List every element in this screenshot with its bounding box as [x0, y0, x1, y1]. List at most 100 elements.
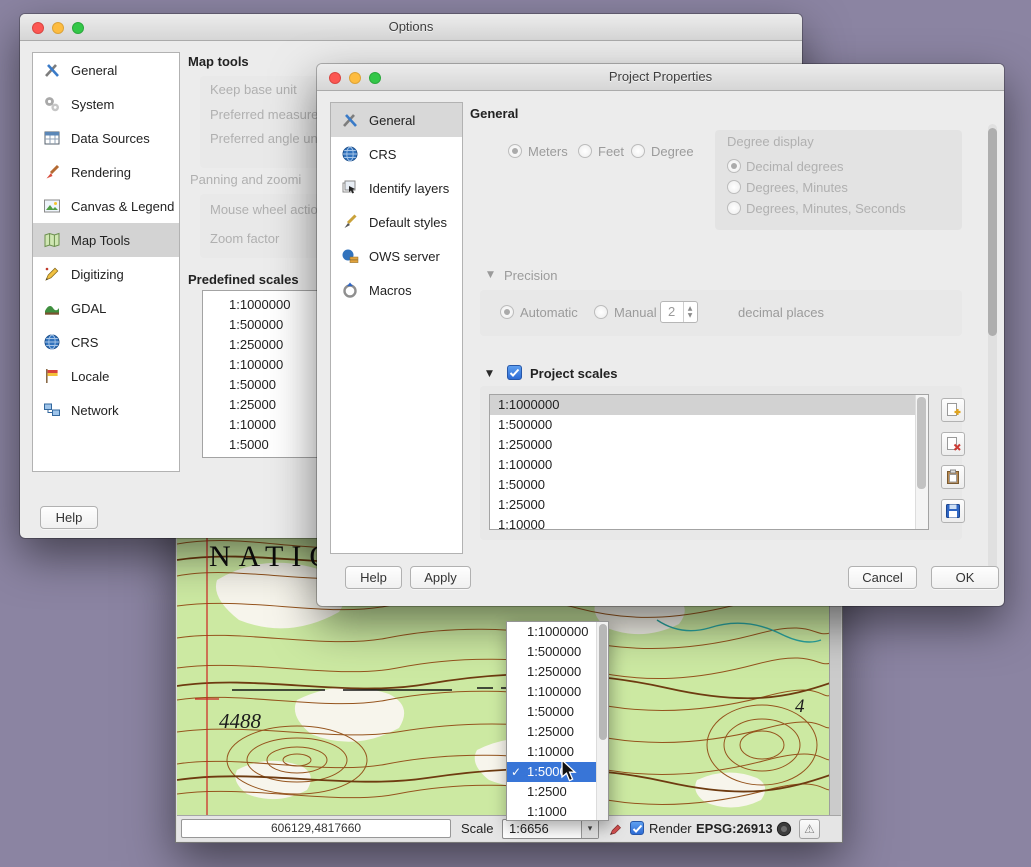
dropdown-item-selected[interactable]: ✓1:5000	[507, 762, 608, 782]
sidebar-item-data-sources[interactable]: Data Sources	[33, 121, 179, 155]
dropdown-item[interactable]: 1:100000	[507, 682, 608, 702]
help-button[interactable]: Help	[345, 566, 402, 589]
meters-radio[interactable]	[508, 144, 522, 158]
tools-icon	[40, 58, 64, 82]
preferred-angle-label: Preferred angle un	[210, 131, 318, 146]
sidebar-item-label: Locale	[71, 369, 109, 384]
sidebar-item-label: Map Tools	[71, 233, 130, 248]
combo-arrow-icon[interactable]: ▾	[581, 820, 598, 838]
dropdown-item[interactable]: 1:1000	[507, 802, 608, 822]
window-title: Options	[389, 19, 434, 34]
sidebar-item-label: System	[71, 97, 114, 112]
dropdown-item[interactable]: 1:50000	[507, 702, 608, 722]
scale-item[interactable]: 1:25000	[490, 495, 928, 515]
dropdown-item[interactable]: 1:2500	[507, 782, 608, 802]
sidebar-item-default-styles[interactable]: Default styles	[331, 205, 462, 239]
degrees-minutes-seconds-radio[interactable]	[727, 201, 741, 215]
feet-radio[interactable]	[578, 144, 592, 158]
map-icon	[40, 228, 64, 252]
render-checkbox[interactable]	[630, 821, 644, 835]
zoom-button[interactable]	[369, 72, 381, 84]
dropdown-scrollbar[interactable]	[596, 622, 608, 820]
sidebar-item-gdal[interactable]: GDAL	[33, 291, 179, 325]
options-titlebar[interactable]: Options	[20, 14, 802, 41]
sidebar-item-rendering[interactable]: Rendering	[33, 155, 179, 189]
sidebar-item-identify-layers[interactable]: Identify layers	[331, 171, 462, 205]
sidebar-item-ows-server[interactable]: OWS server	[331, 239, 462, 273]
close-button[interactable]	[329, 72, 341, 84]
automatic-radio[interactable]	[500, 305, 514, 319]
scale-item[interactable]: 1:250000	[490, 435, 928, 455]
cancel-button[interactable]: Cancel	[848, 566, 917, 589]
warning-icon[interactable]: ⚠	[799, 819, 820, 839]
sidebar-item-crs[interactable]: CRS	[331, 137, 462, 171]
scale-item[interactable]: 1:10000	[490, 515, 928, 530]
sidebar-item-label: General	[71, 63, 117, 78]
sidebar-item-digitizing[interactable]: Digitizing	[33, 257, 179, 291]
sidebar-item-canvas-legend[interactable]: Canvas & Legend	[33, 189, 179, 223]
paintbrush-icon	[40, 160, 64, 184]
sidebar-item-network[interactable]: Network	[33, 393, 179, 427]
server-icon	[338, 244, 362, 268]
dropdown-item[interactable]: 1:500000	[507, 642, 608, 662]
precision-panel: Automatic Manual 2 ▲▼ decimal places	[480, 290, 962, 336]
dropdown-item[interactable]: 1:25000	[507, 722, 608, 742]
degree-radio[interactable]	[631, 144, 645, 158]
manual-radio[interactable]	[594, 305, 608, 319]
project-scales-collapse-icon[interactable]: ▼	[486, 369, 493, 379]
close-button[interactable]	[32, 22, 44, 34]
scale-combo-value: 1:6656	[509, 820, 549, 838]
degree-display-title: Degree display	[727, 134, 814, 149]
sidebar-item-label: GDAL	[71, 301, 106, 316]
minimize-button[interactable]	[52, 22, 64, 34]
decimal-degrees-radio[interactable]	[727, 159, 741, 173]
add-scale-button[interactable]	[941, 398, 965, 422]
minimize-button[interactable]	[349, 72, 361, 84]
scale-dropdown: 1:1000000 1:500000 1:250000 1:100000 1:5…	[506, 621, 609, 821]
scale-item[interactable]: 1:500000	[490, 415, 928, 435]
project-scales-checkbox[interactable]	[507, 365, 522, 380]
coordinate-box[interactable]: 606129,4817660	[181, 819, 451, 838]
check-icon: ✓	[511, 762, 521, 782]
sidebar-item-map-tools[interactable]: Map Tools	[33, 223, 179, 257]
sidebar-item-system[interactable]: System	[33, 87, 179, 121]
dropdown-item[interactable]: 1:1000000	[507, 622, 608, 642]
predefined-scales-heading: Predefined scales	[188, 272, 299, 287]
decimal-places-stepper[interactable]: 2 ▲▼	[660, 301, 698, 323]
stepper-value: 2	[668, 304, 675, 319]
scale-item-selected[interactable]: 1:1000000	[490, 395, 928, 415]
list-scrollbar[interactable]	[915, 395, 928, 529]
help-button[interactable]: Help	[40, 506, 98, 529]
sidebar-item-label: Default styles	[369, 215, 447, 230]
sidebar-item-locale[interactable]: Locale	[33, 359, 179, 393]
ok-button[interactable]: OK	[931, 566, 999, 589]
network-icon	[40, 398, 64, 422]
save-scales-button[interactable]	[941, 499, 965, 523]
pp-titlebar[interactable]: Project Properties	[317, 64, 1004, 91]
crs-status-icon[interactable]	[775, 820, 793, 838]
dropdown-item[interactable]: 1:250000	[507, 662, 608, 682]
load-scales-button[interactable]	[941, 465, 965, 489]
window-scrollbar[interactable]	[988, 124, 997, 569]
scale-combo[interactable]: 1:6656 ▾	[502, 819, 599, 839]
sidebar-item-general[interactable]: General	[331, 103, 462, 137]
remove-scale-button[interactable]	[941, 432, 965, 456]
pp-sidebar: General CRS Identify layers Default styl…	[330, 102, 463, 554]
scale-item[interactable]: 1:100000	[490, 455, 928, 475]
zoom-button[interactable]	[72, 22, 84, 34]
sidebar-item-macros[interactable]: Macros	[331, 273, 462, 307]
stepper-down-icon[interactable]: ▼	[688, 312, 693, 319]
project-properties-window: Project Properties General CRS Identify …	[317, 64, 1004, 606]
sidebar-item-general[interactable]: General	[33, 53, 179, 87]
sidebar-item-crs[interactable]: CRS	[33, 325, 179, 359]
precision-collapse-icon[interactable]: ▼	[487, 270, 494, 280]
project-scales-list: 1:1000000 1:500000 1:250000 1:100000 1:5…	[489, 394, 929, 530]
edit-pen-icon[interactable]	[607, 820, 625, 838]
scale-item[interactable]: 1:50000	[490, 475, 928, 495]
stepper-up-icon[interactable]: ▲	[688, 305, 693, 312]
table-icon	[40, 126, 64, 150]
apply-button[interactable]: Apply	[410, 566, 471, 589]
dropdown-item[interactable]: 1:10000	[507, 742, 608, 762]
paste-scales-icon	[944, 468, 962, 486]
degrees-minutes-radio[interactable]	[727, 180, 741, 194]
